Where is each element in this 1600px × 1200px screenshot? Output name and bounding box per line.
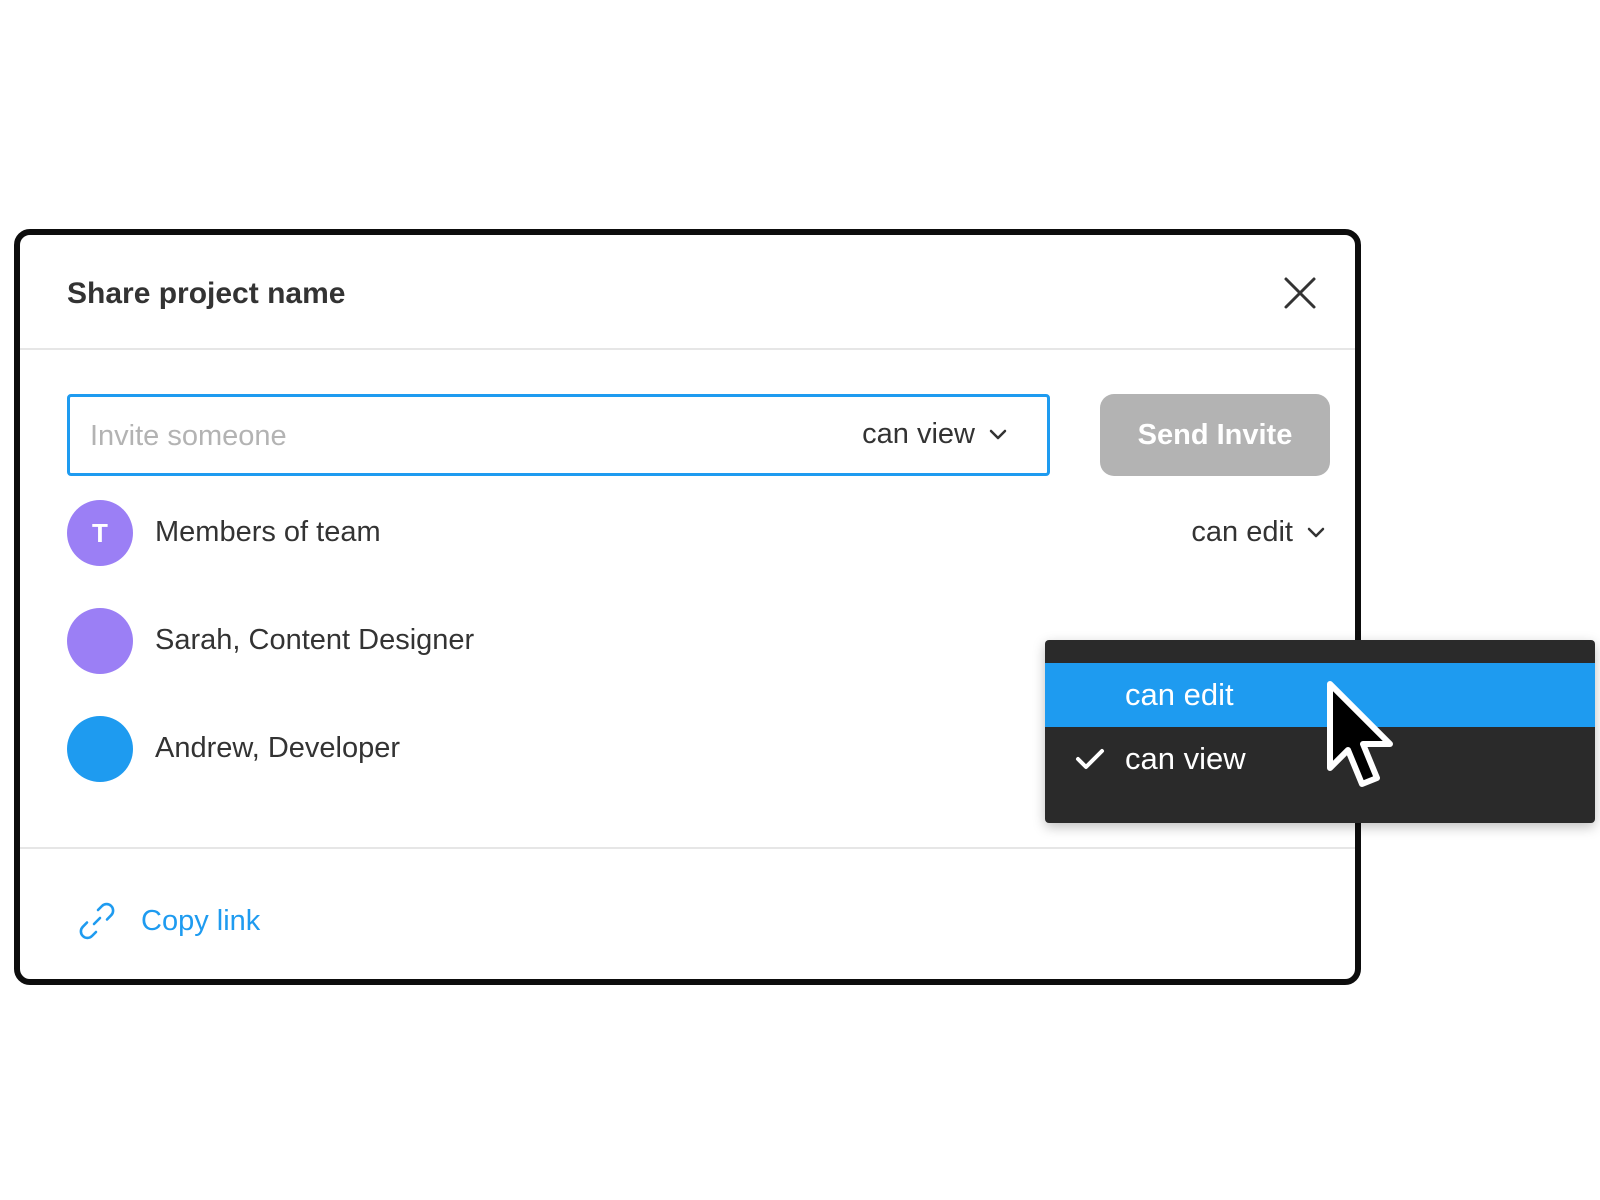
dialog-footer: Copy link bbox=[20, 847, 1355, 989]
avatar bbox=[67, 608, 133, 674]
role-dropdown-menu: can edit can view bbox=[1045, 640, 1595, 823]
invite-input[interactable] bbox=[88, 397, 792, 475]
member-role-label: can edit bbox=[1191, 516, 1293, 548]
check-icon bbox=[1076, 749, 1104, 769]
close-icon[interactable] bbox=[1280, 273, 1320, 313]
link-icon bbox=[79, 902, 115, 940]
dialog-header: Share project name bbox=[20, 235, 1355, 350]
copy-link-button[interactable]: Copy link bbox=[75, 899, 260, 943]
invite-field: can view bbox=[67, 394, 1050, 476]
dropdown-option-label: can view bbox=[1125, 741, 1246, 776]
member-name: Members of team bbox=[155, 516, 381, 548]
dialog-title: Share project name bbox=[67, 277, 346, 310]
invite-role-dropdown[interactable]: can view bbox=[862, 418, 1007, 451]
avatar bbox=[67, 716, 133, 782]
dropdown-option-can-view[interactable]: can view bbox=[1045, 727, 1595, 791]
cursor-pointer-icon bbox=[1327, 681, 1393, 787]
member-name: Sarah, Content Designer bbox=[155, 624, 475, 656]
member-row-team: T Members of team can edit bbox=[67, 500, 1327, 566]
member-role-dropdown[interactable]: can edit bbox=[1191, 516, 1325, 549]
chevron-down-icon bbox=[1307, 527, 1325, 537]
chevron-down-icon bbox=[989, 429, 1007, 439]
dropdown-option-label: can edit bbox=[1125, 677, 1234, 712]
avatar: T bbox=[67, 500, 133, 566]
send-invite-button[interactable]: Send Invite bbox=[1100, 394, 1330, 476]
member-name: Andrew, Developer bbox=[155, 732, 401, 764]
copy-link-label: Copy link bbox=[141, 904, 261, 937]
share-dialog: Share project name can view Send Invite … bbox=[14, 229, 1361, 985]
dropdown-option-can-edit[interactable]: can edit bbox=[1045, 663, 1595, 727]
invite-role-label: can view bbox=[862, 418, 975, 450]
